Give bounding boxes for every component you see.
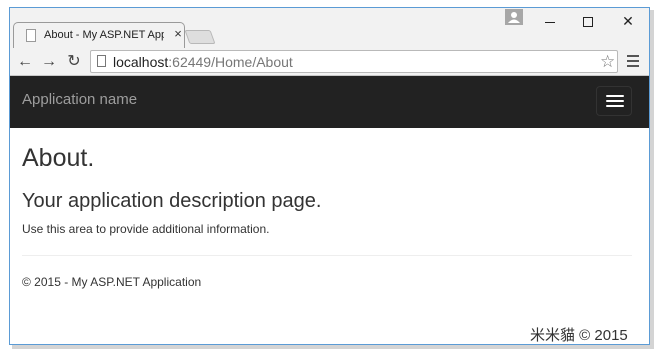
address-bar[interactable]: localhost:62449/Home/About ☆ <box>90 50 618 73</box>
profile-icon[interactable] <box>505 9 523 25</box>
maximize-icon[interactable] <box>570 11 606 31</box>
page-title: About. <box>22 144 95 172</box>
page-icon <box>97 55 106 67</box>
url-host: localhost <box>113 54 169 70</box>
divider <box>22 255 632 256</box>
tab-title: About - My ASP.NET Appl <box>44 29 164 41</box>
reload-icon[interactable]: ↻ <box>65 53 83 71</box>
bookmark-star-icon[interactable]: ☆ <box>600 51 615 72</box>
url-text[interactable]: localhost:62449/Home/About <box>113 54 293 70</box>
frame-shadow-right <box>650 10 654 348</box>
forward-arrow-icon[interactable]: → <box>40 53 58 71</box>
hamburger-bar-icon <box>606 105 624 107</box>
page-subtitle: Your application description page. <box>22 190 322 212</box>
page-body: About. Your application description page… <box>10 128 649 344</box>
browser-window: About - My ASP.NET Appl × ✕ ← → ↻ localh… <box>9 7 650 345</box>
back-arrow-icon[interactable]: ← <box>16 53 34 71</box>
page-favicon-icon <box>26 29 36 42</box>
tab-close-icon[interactable]: × <box>172 27 184 41</box>
title-bar: About - My ASP.NET Appl × ✕ <box>10 8 649 48</box>
minimize-icon[interactable] <box>532 11 568 31</box>
page-footer: © 2015 - My ASP.NET Application <box>22 275 202 289</box>
browser-tab[interactable]: About - My ASP.NET Appl × <box>13 22 185 48</box>
browser-toolbar: ← → ↻ localhost:62449/Home/About ☆ <box>10 48 649 76</box>
close-icon[interactable]: ✕ <box>610 11 646 31</box>
browser-menu-icon[interactable] <box>627 55 639 67</box>
page-description: Use this area to provide additional info… <box>22 222 270 236</box>
watermark: 米米貓 © 2015 <box>530 327 628 344</box>
hamburger-bar-icon <box>606 95 624 97</box>
frame-shadow-bottom <box>12 345 654 349</box>
hamburger-bar-icon <box>606 100 624 102</box>
navbar-toggle-button[interactable] <box>596 86 632 116</box>
navbar-brand[interactable]: Application name <box>22 91 137 108</box>
site-navbar: Application name <box>10 76 649 128</box>
new-tab-button[interactable] <box>184 30 216 44</box>
url-path: :62449/Home/About <box>168 54 293 70</box>
